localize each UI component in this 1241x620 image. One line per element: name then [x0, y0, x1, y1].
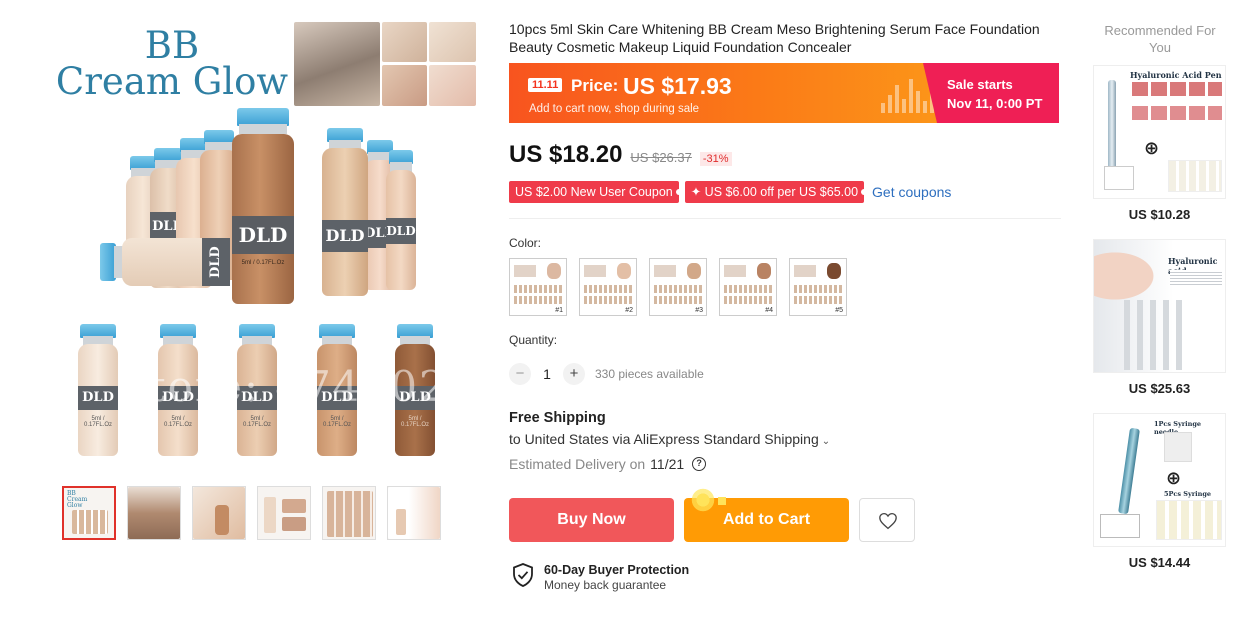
recommended-price-1: US $10.28 — [1128, 207, 1191, 222]
color-option-3[interactable]: #3 — [649, 258, 707, 316]
product-main-image[interactable]: BB Cream Glow DLD DLD DLD DLD DLD 5ml / … — [30, 10, 490, 470]
thumbnail-2[interactable] — [127, 486, 181, 540]
vial-shade-1: DLD 5ml / 0.17FL.Oz — [78, 324, 118, 456]
delivery-date: 11/21 — [650, 456, 685, 472]
quantity-available: 330 pieces available — [595, 367, 704, 381]
thumbnail-4[interactable] — [257, 486, 311, 540]
recommended-item-2[interactable]: Hyaluronic acid — [1093, 239, 1226, 373]
sale-tag: 11.11 — [528, 78, 563, 92]
color-option-2[interactable]: #2 — [579, 258, 637, 316]
discount-badge: -31% — [699, 152, 732, 166]
coupon-row: US $2.00 New User Coupon ✦ US $6.00 off … — [509, 181, 951, 203]
color-option-5[interactable]: #5 — [789, 258, 847, 316]
color-option-1[interactable]: #1 — [509, 258, 567, 316]
thumbnail-6[interactable] — [387, 486, 441, 540]
store-coupon[interactable]: ✦ US $6.00 off per US $65.00 — [684, 181, 868, 203]
thumbnail-5[interactable] — [322, 486, 376, 540]
divider — [509, 218, 1061, 219]
help-icon[interactable]: ? — [692, 457, 707, 471]
vial-main: DLD 5ml / 0.17FL.Oz — [232, 108, 294, 304]
get-coupons-link[interactable]: Get coupons — [872, 184, 951, 200]
current-price: US $18.20 — [509, 141, 623, 168]
heart-icon — [879, 512, 897, 530]
quantity-stepper: − 1 + 330 pieces available — [509, 363, 704, 385]
shipping-method[interactable]: to United States via AliExpress Standard… — [509, 431, 830, 447]
shield-check-icon — [513, 563, 533, 587]
color-label: Color: — [509, 236, 542, 250]
face-collage — [294, 22, 476, 106]
hero-title: BB Cream Glow — [55, 24, 289, 103]
store-watermark: Store: 4746024 — [118, 362, 477, 411]
vial-lying: DLD — [100, 238, 230, 286]
quantity-decrease-button[interactable]: − — [509, 363, 531, 385]
recommended-price-2: US $25.63 — [1128, 381, 1191, 396]
sale-price-value: US $17.93 — [623, 73, 732, 99]
quantity-label: Quantity: — [509, 333, 558, 347]
color-options: #1 #2 #3 #4 #5 — [509, 258, 847, 316]
estimated-delivery: Estimated Delivery on 11/21 ? — [509, 456, 707, 472]
new-user-coupon[interactable]: US $2.00 New User Coupon — [509, 181, 682, 203]
shipping-title: Free Shipping — [509, 410, 606, 426]
product-title: 10pcs 5ml Skin Care Whitening BB Cream M… — [509, 21, 1040, 55]
sale-banner: 11.11 Price: US $17.93 Add to cart now, … — [509, 63, 1059, 123]
vial: DLD — [386, 150, 416, 290]
buyer-protection: 60-Day Buyer Protection Money back guara… — [512, 563, 689, 592]
protection-desc: Money back guarantee — [544, 578, 667, 592]
vial: DLD — [322, 128, 368, 296]
chevron-down-icon: ⌄ — [821, 436, 831, 447]
quantity-increase-button[interactable]: + — [563, 363, 585, 385]
quantity-value[interactable]: 1 — [531, 366, 563, 382]
sale-subtext: Add to cart now, shop during sale — [529, 103, 700, 115]
color-option-4[interactable]: #4 — [719, 258, 777, 316]
thumbnail-1[interactable]: BB Cream Glow — [62, 486, 116, 540]
click-indicator-icon — [690, 487, 726, 513]
price-row: US $18.20 US $26.37 -31% — [509, 141, 732, 169]
recommended-price-3: US $14.44 — [1128, 555, 1191, 570]
thumbnail-strip: BB Cream Glow — [62, 486, 441, 540]
protection-title: 60-Day Buyer Protection — [544, 563, 690, 577]
recommended-title: Recommended For You — [1104, 23, 1216, 55]
original-price: US $26.37 — [630, 150, 692, 165]
recommended-item-3[interactable]: 1Pcs Syringe needle ⊕ 5Pcs Syringe — [1093, 413, 1226, 547]
recommended-item-1[interactable]: Hyaluronic Acid Pen ⊕ — [1093, 65, 1226, 199]
sale-price-label: Price: — [571, 76, 619, 95]
sale-start-box: Sale starts Nov 11, 0:00 PT — [923, 63, 1059, 123]
wishlist-button[interactable] — [859, 498, 915, 542]
buy-now-button[interactable]: Buy Now — [509, 498, 674, 542]
thumbnail-3[interactable] — [192, 486, 246, 540]
